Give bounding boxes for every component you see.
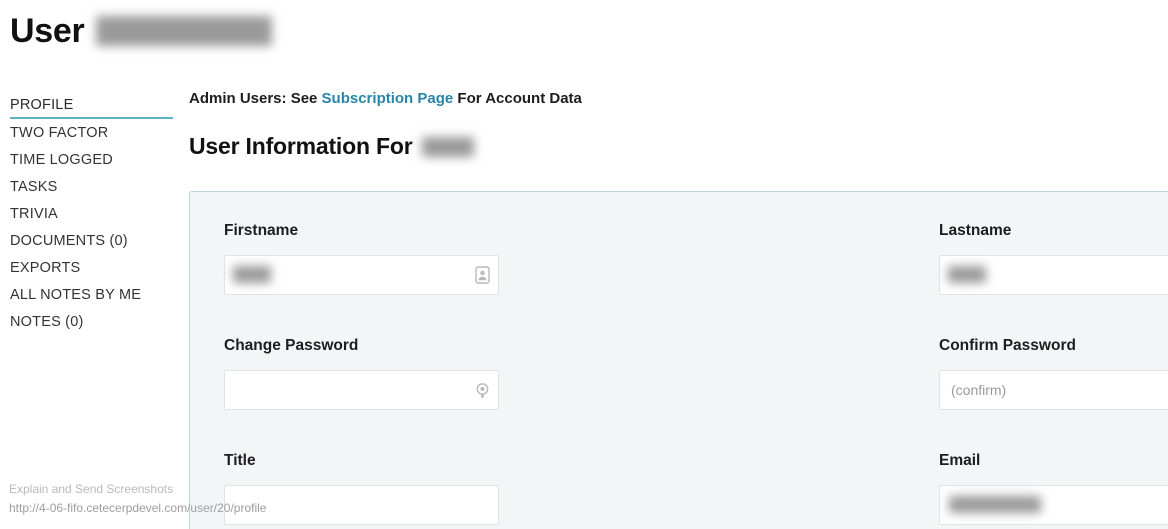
change-password-input[interactable] [224, 370, 499, 410]
sidebar-item-label: ALL NOTES BY ME [10, 287, 142, 303]
field-group-email: Email [939, 452, 1168, 525]
sidebar-item-tasks[interactable]: TASKS [10, 174, 174, 201]
key-icon[interactable] [473, 380, 491, 400]
sidebar-item-trivia[interactable]: TRIVIA [10, 201, 174, 228]
email-label: Email [939, 452, 981, 469]
sidebar-item-profile[interactable]: PROFILE [10, 92, 173, 119]
main-content-header: Admin Users: See Subscription Page For A… [189, 90, 1168, 180]
sidebar-item-label: TRIVIA [10, 206, 58, 222]
subscription-page-link[interactable]: Subscription Page [322, 90, 454, 107]
sidebar-item-time-logged[interactable]: TIME LOGGED [10, 147, 174, 174]
sidebar-item-documents[interactable]: DOCUMENTS (0) [10, 228, 174, 255]
user-information-panel: Firstname Lastname Change Password Confi… [189, 191, 1168, 529]
sidebar-item-label: TASKS [10, 179, 58, 195]
sidebar-item-all-notes-by-me[interactable]: ALL NOTES BY ME [10, 282, 174, 309]
lastname-label: Lastname [939, 222, 1012, 239]
sidebar-item-label: EXPORTS [10, 260, 81, 276]
change-password-label: Change Password [224, 337, 359, 354]
contact-card-icon[interactable] [473, 265, 491, 285]
form-row-name: Firstname Lastname [224, 222, 1168, 295]
sidebar-item-label: TIME LOGGED [10, 152, 113, 168]
email-field-wrap [939, 485, 1168, 525]
sidebar-item-label: PROFILE [10, 97, 74, 113]
field-group-firstname: Firstname [224, 222, 499, 295]
lastname-field-wrap [939, 255, 1168, 295]
confirm-password-input[interactable] [939, 370, 1168, 410]
section-title-label: User Information For [189, 133, 413, 159]
confirm-password-field-wrap [939, 370, 1168, 410]
admin-notice: Admin Users: See Subscription Page For A… [189, 90, 1168, 107]
title-label: Title [224, 452, 256, 469]
field-group-confirm-password: Confirm Password [939, 337, 1168, 410]
confirm-password-label: Confirm Password [939, 337, 1076, 354]
admin-notice-suffix: For Account Data [453, 90, 582, 107]
change-password-field-wrap [224, 370, 499, 410]
sidebar-item-exports[interactable]: EXPORTS [10, 255, 174, 282]
sidebar-item-label: TWO FACTOR [10, 125, 109, 141]
screenshot-tool-tooltip: Explain and Send Screenshots [9, 482, 174, 496]
redacted-user-name [96, 16, 273, 46]
sidebar-item-two-factor[interactable]: TWO FACTOR [10, 120, 174, 147]
redacted-section-user-name [422, 136, 475, 157]
redacted-email-value [949, 496, 1041, 513]
redacted-lastname-value [948, 266, 986, 283]
form-row-password: Change Password Confirm Password [224, 337, 1168, 410]
field-group-change-password: Change Password [224, 337, 499, 410]
sidebar-item-label: DOCUMENTS (0) [10, 233, 128, 249]
form-row-title-email: Title Email [224, 452, 1168, 525]
status-bar-url: http://4-06-fifo.cetecerpdevel.com/user/… [9, 501, 267, 515]
admin-notice-prefix: Admin Users: See [189, 90, 322, 107]
redacted-firstname-value [233, 266, 271, 283]
field-group-lastname: Lastname [939, 222, 1168, 295]
page-root: User PROFILE TWO FACTOR TIME LOGGED TASK… [0, 0, 1168, 529]
firstname-label: Firstname [224, 222, 299, 239]
sidebar-nav: PROFILE TWO FACTOR TIME LOGGED TASKS TRI… [10, 92, 174, 336]
firstname-field-wrap [224, 255, 499, 295]
page-title: User [10, 12, 273, 50]
sidebar-item-notes[interactable]: NOTES (0) [10, 309, 174, 336]
section-title: User Information For [189, 133, 1168, 160]
page-title-label: User [10, 12, 85, 50]
sidebar-item-label: NOTES (0) [10, 314, 84, 330]
